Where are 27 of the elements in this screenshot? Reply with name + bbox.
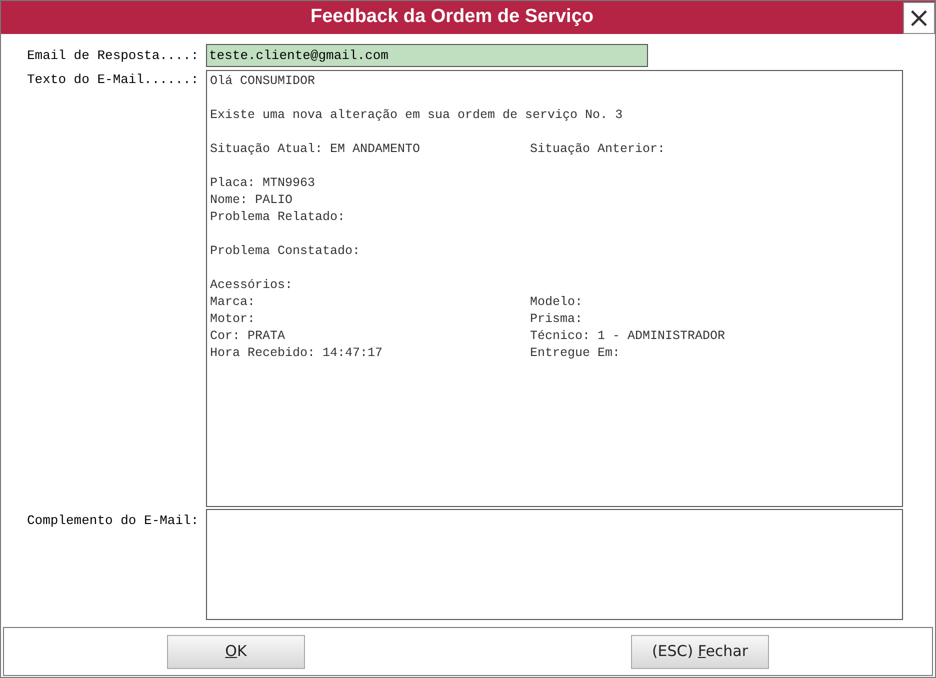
email-text-line: Acessórios:	[210, 278, 293, 292]
email-text-line: Situação Anterior:	[530, 141, 666, 158]
email-text-line: Placa: MTN9963	[210, 176, 316, 190]
close-dialog-button[interactable]: (ESC) Fechar	[631, 634, 769, 668]
ok-button[interactable]: OK	[167, 634, 305, 668]
email-text-area[interactable]	[206, 70, 903, 507]
field-label: Texto do E-Mail......:	[26, 71, 200, 89]
email-text-line: Existe uma nova alteração em sua ordem de serviço No. 3	[210, 108, 623, 122]
complement-text-area[interactable]	[206, 509, 903, 620]
email-text-line: Problema Constatado:	[210, 244, 360, 258]
email-text-line: Problema Relatado:	[210, 210, 346, 224]
email-text-line: Situação Atual: EM ANDAMENTO	[210, 142, 420, 156]
close-button[interactable]: ×	[903, 2, 935, 34]
email-text-line: Marca:	[210, 295, 256, 309]
email-text-line: Motor:	[210, 312, 256, 326]
email-input-field[interactable]: teste.cliente@gmail.com	[206, 44, 648, 67]
email-text-line: Cor: PRATA	[210, 329, 286, 343]
email-text-line: Entregue Em:	[530, 345, 620, 362]
email-text-line: Prisma:	[530, 311, 583, 328]
window-title: Feedback da Ordem de Serviço	[310, 5, 594, 30]
field-label: Email de Resposta....:	[26, 46, 200, 65]
email-text-line: Hora Recebido: 14:47:17	[210, 346, 383, 360]
field-label: Complemento do E-Mail:	[26, 512, 200, 530]
email-text-line: Olá CONSUMIDOR	[210, 74, 316, 88]
email-text-line: Técnico: 1 - ADMINISTRADOR	[530, 328, 726, 345]
email-text-line: Modelo:	[530, 294, 583, 311]
email-text-line: Nome: PALIO	[210, 193, 293, 207]
